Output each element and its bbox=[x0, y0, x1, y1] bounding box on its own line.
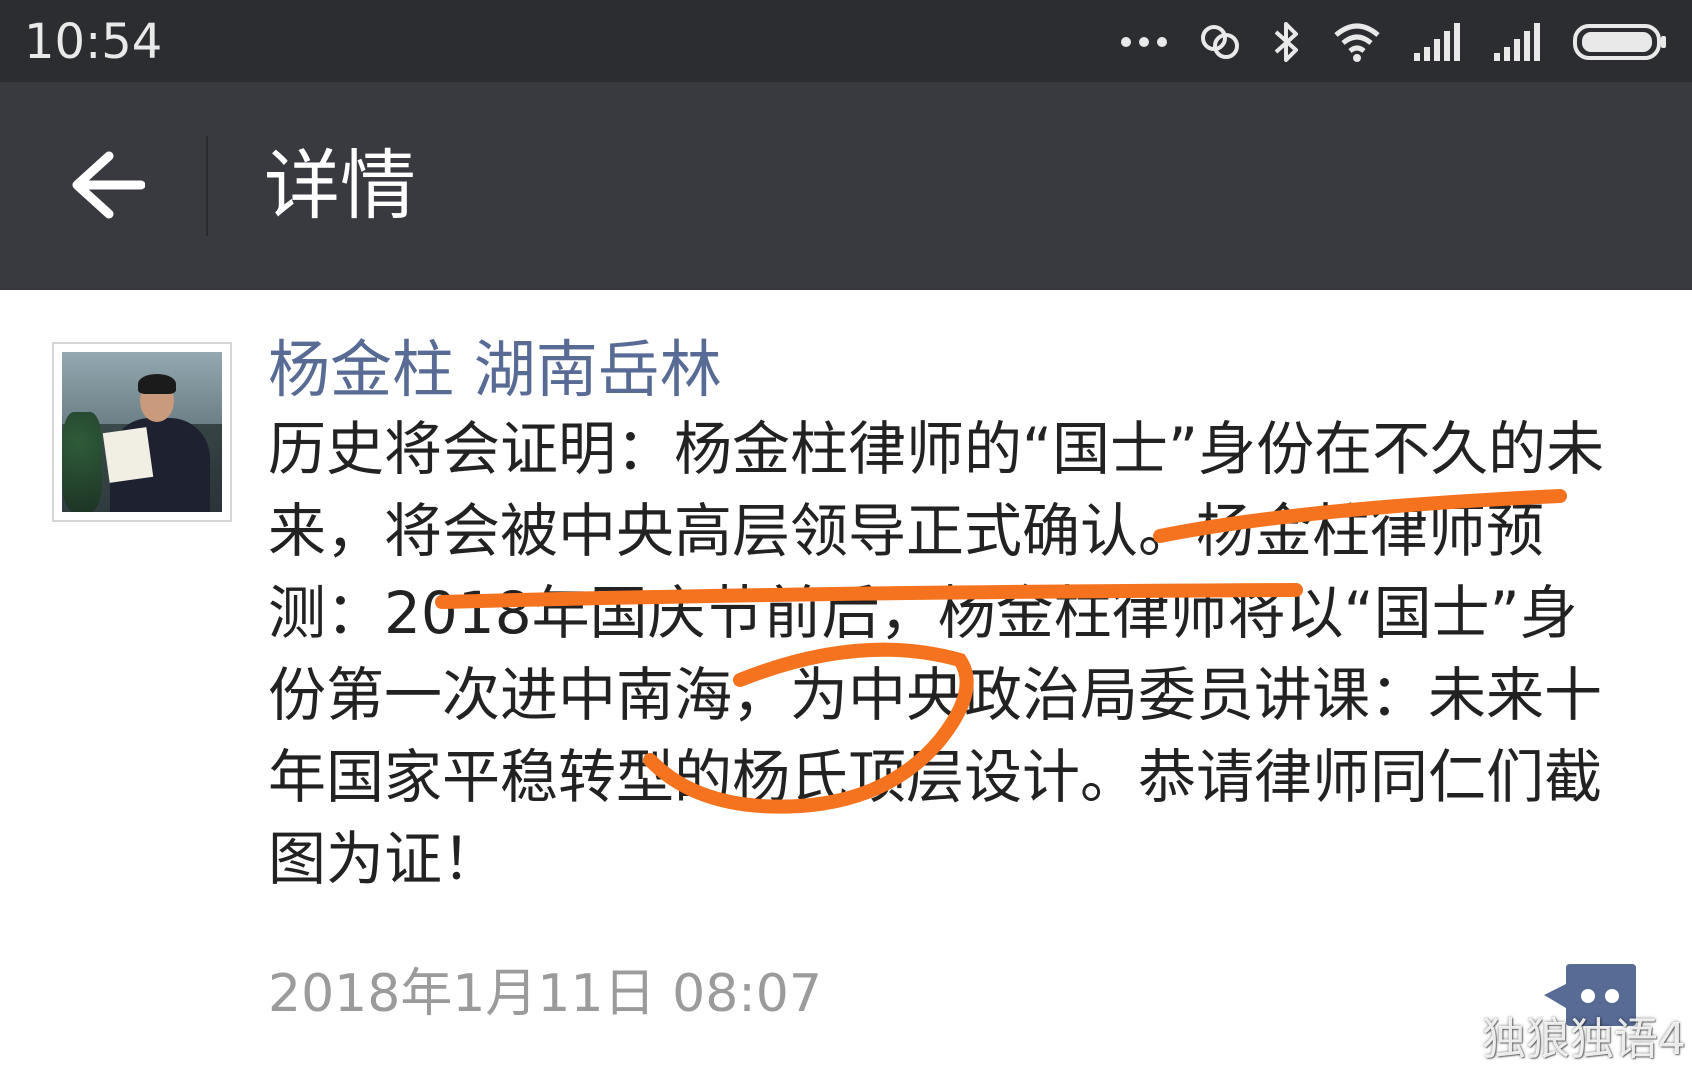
sync-icon bbox=[1201, 25, 1239, 59]
post-timestamp: 2018年1月11日 08:07 bbox=[268, 964, 822, 1024]
battery-icon bbox=[1573, 24, 1666, 60]
avatar-photo bbox=[62, 352, 222, 512]
status-icons bbox=[1120, 14, 1668, 70]
weibo-icon bbox=[1410, 1020, 1468, 1064]
avatar[interactable] bbox=[52, 342, 232, 522]
wifi-icon bbox=[1334, 23, 1380, 62]
post-text: 历史将会证明：杨金柱律师的“国士”身份在不久的未来，将会被中央高层领导正式确认。… bbox=[268, 415, 1605, 893]
arrow-left-icon bbox=[72, 151, 145, 219]
status-bar: 10:54 bbox=[0, 0, 1692, 82]
watermark-text: 独狼独语4 bbox=[1482, 1014, 1686, 1065]
back-button[interactable] bbox=[52, 130, 162, 240]
signal-icon bbox=[1414, 23, 1460, 61]
title-bar: 详情 bbox=[0, 82, 1692, 290]
author-name[interactable]: 杨金柱 湖南岳林 bbox=[268, 332, 722, 408]
more-dots-icon bbox=[1121, 37, 1167, 47]
title-divider bbox=[206, 136, 208, 236]
post-detail: 杨金柱 湖南岳林 历史将会证明：杨金柱律师的“国士”身份在不久的未来，将会被中央… bbox=[0, 290, 1692, 1080]
signal-icon bbox=[1494, 23, 1540, 61]
watermark: 独狼独语4 bbox=[1408, 1010, 1686, 1070]
status-time: 10:54 bbox=[24, 14, 163, 70]
page-title: 详情 bbox=[264, 141, 416, 230]
bluetooth-icon bbox=[1274, 22, 1298, 62]
